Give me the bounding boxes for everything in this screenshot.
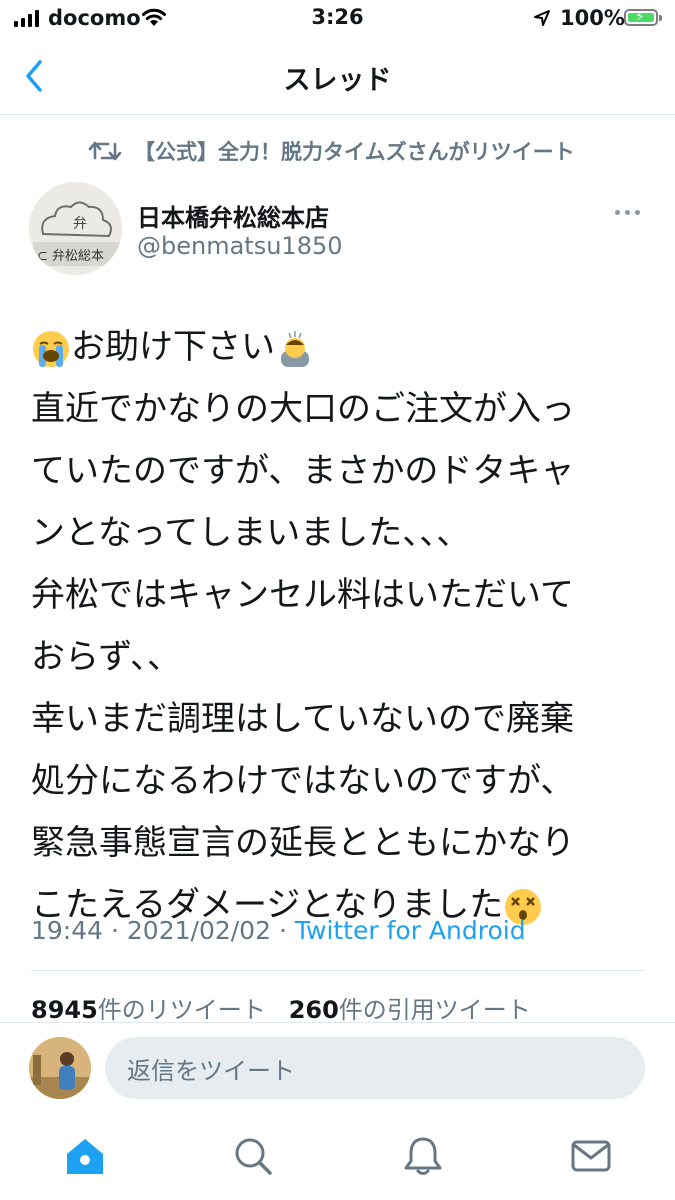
messages-icon[interactable] [569,1134,613,1178]
author-avatar[interactable]: 弁 ⊂ 弁松総本 [29,182,122,275]
page-title: スレッド [283,65,392,96]
user-avatar[interactable] [29,1037,91,1099]
tweet-source-link[interactable]: Twitter for Android [295,916,526,945]
tweet-line: おらず、、 [31,637,181,677]
tweet-line: 直近でかなりの大口のご注文が入っ [31,389,575,429]
status-bar: docomo 3:26 100% ⚡ [0,0,675,40]
location-arrow-icon [534,10,550,26]
author-handle[interactable]: @benmatsu1850 [137,232,343,260]
tweet-line: 弁松ではキャンセル料はいただいて [31,575,574,615]
divider [31,970,645,971]
battery-percent: 100% [560,6,625,30]
tab-bar [0,1114,675,1200]
retweet-count-link[interactable]: 8945件のリツイート [31,996,266,1024]
tweet-stats: 8945件のリツイート 260件の引用ツイート [31,990,531,1025]
reply-bar: 返信をツイート [0,1022,675,1115]
tweet-metadata: 19:44 · 2021/02/02 · Twitter for Android [31,916,526,945]
tweet-line: 幸いまだ調理はしていないので廃棄 [31,699,574,739]
tweet-text: お助け下さい 直近でかなりの大口のご注文が入っ ていたのですが、まさかのドタキャ… [31,316,631,936]
retweet-banner-text: 【公式】全力！脱力タイムズさんがリツイート [134,140,575,164]
meta-separator: · [111,916,119,945]
navigation-bar: スレッド [0,40,675,115]
tweet-line: 緊急事態宣言の延長とともにかなり [31,823,575,863]
retweet-banner[interactable]: 【公式】全力！脱力タイムズさんがリツイート [88,136,575,166]
tweet-line: ていたのですが、まさかのドタキャ [31,451,575,491]
tweet-time: 19:44 [31,916,104,945]
reply-input[interactable]: 返信をツイート [105,1037,645,1099]
home-icon[interactable] [63,1134,107,1178]
svg-text:⊂ 弁松総本: ⊂ 弁松総本 [37,249,104,264]
battery-charging-icon: ⚡ [624,9,662,26]
tweet-line: ンとなってしまいました、、、 [31,513,471,553]
svg-text:弁: 弁 [73,216,87,232]
tweet-date: 2021/02/02 [126,916,271,945]
tweet-line: 処分になるわけではないのですが、 [31,761,575,801]
more-options-icon[interactable] [615,210,640,215]
tweet-line: お助け下さい [31,316,631,378]
search-icon[interactable] [231,1134,275,1178]
retweet-icon [88,141,122,161]
person-bowing-icon [275,327,315,367]
loudly-crying-face-icon [31,327,71,367]
author-name[interactable]: 日本橋弁松総本店 [137,198,329,233]
meta-separator: · [278,916,287,945]
notifications-icon[interactable] [401,1134,445,1178]
quote-count-link[interactable]: 260件の引用ツイート [289,996,531,1024]
